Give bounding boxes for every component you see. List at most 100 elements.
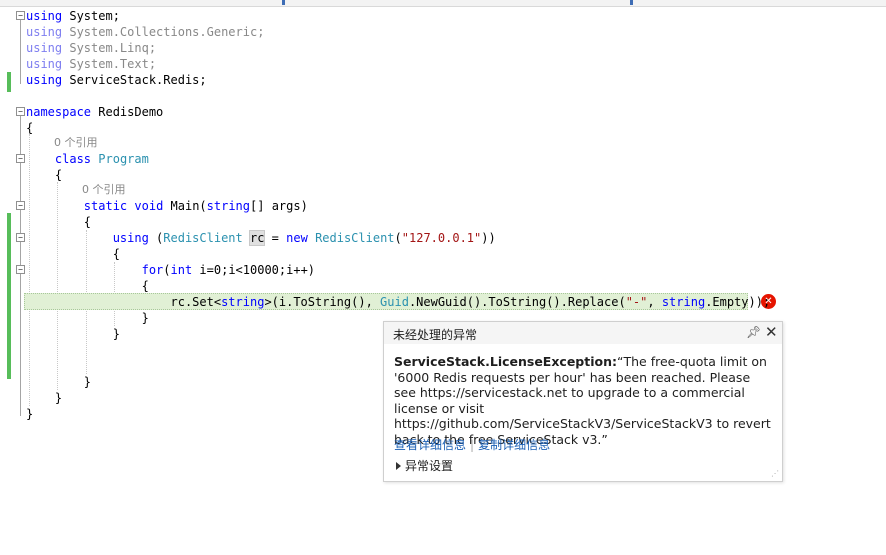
outline-collapse-icon[interactable]: − <box>16 154 25 163</box>
string-token: "-" <box>625 295 648 309</box>
keyword-token: static <box>26 199 128 213</box>
expand-triangle-icon <box>396 462 401 470</box>
type-token: RedisClient <box>163 231 243 245</box>
code-token: } <box>26 327 120 341</box>
code-token: )) <box>481 231 496 245</box>
code-line[interactable]: using System.Text; <box>26 56 156 72</box>
outline-collapse-icon[interactable]: − <box>16 11 25 20</box>
keyword-token: int <box>170 263 193 277</box>
type-token: RedisClient <box>315 231 395 245</box>
code-line[interactable]: } <box>26 406 33 422</box>
code-line[interactable]: { <box>26 214 91 230</box>
outline-guide <box>20 20 21 84</box>
exception-type: ServiceStack.LicenseException: <box>394 354 617 369</box>
code-line[interactable]: namespace RedisDemo <box>26 104 163 120</box>
code-token: ( <box>148 231 164 245</box>
keyword-token: using <box>26 57 63 71</box>
code-token: } <box>26 311 149 325</box>
exception-settings-toggle[interactable]: 异常设置 <box>396 457 453 474</box>
exception-links: 查看详细信息 | 复制详细信息 <box>394 436 550 453</box>
exception-settings-label: 异常设置 <box>405 459 454 473</box>
keyword-token: namespace <box>26 105 92 119</box>
tab-separator <box>630 0 633 5</box>
keyword-token: string <box>661 295 706 309</box>
keyword-token: for <box>26 263 164 277</box>
code-token: System.Collections.Generic; <box>62 25 265 39</box>
code-line[interactable]: { <box>26 278 149 294</box>
popup-title-bar: 未经处理的异常 📌︎ ✕ <box>384 322 782 344</box>
code-token: { <box>26 247 120 261</box>
string-token: "127.0.0.1" <box>401 231 482 245</box>
keyword-token: using <box>26 231 149 245</box>
keyword-token: void <box>134 199 164 213</box>
code-token: } <box>26 407 34 421</box>
code-line[interactable]: using System.Linq; <box>26 40 156 56</box>
outline-collapse-icon[interactable]: − <box>16 233 25 242</box>
keyword-token: new <box>286 231 308 245</box>
code-token: } <box>26 391 63 405</box>
type-token: Program <box>98 152 149 166</box>
code-line[interactable]: static void Main(string[] args) <box>26 198 308 214</box>
close-icon[interactable]: ✕ <box>765 323 778 341</box>
code-line[interactable]: } <box>26 310 149 326</box>
code-line[interactable]: } <box>26 374 91 390</box>
code-line[interactable]: { <box>26 167 62 183</box>
code-token: = <box>264 231 287 245</box>
outline-collapse-icon[interactable]: − <box>16 107 25 116</box>
exception-popup: 未经处理的异常 📌︎ ✕ ServiceStack.LicenseExcepti… <box>383 321 783 482</box>
code-token: rc.Set< <box>26 295 222 309</box>
keyword-token: string <box>221 295 265 309</box>
code-line[interactable]: { <box>26 120 33 136</box>
code-token: [] args) <box>250 199 308 213</box>
code-token: { <box>26 215 92 229</box>
change-marker <box>7 213 11 379</box>
resize-grip-icon[interactable]: ⋰ <box>771 469 779 478</box>
code-token: Main( <box>163 199 207 213</box>
code-line[interactable]: using System.Collections.Generic; <box>26 24 264 40</box>
code-token: System.Text; <box>62 57 157 71</box>
code-line[interactable]: } <box>26 326 120 342</box>
highlighted-variable: rc <box>248 230 266 246</box>
view-details-link[interactable]: 查看详细信息 <box>394 438 466 452</box>
code-line[interactable]: rc.Set<string>(i.ToString(), Guid.NewGui… <box>26 294 770 310</box>
code-token: System.Linq; <box>62 41 157 55</box>
change-marker <box>7 72 11 92</box>
code-line[interactable]: using System; <box>26 8 120 24</box>
keyword-token: using <box>26 9 63 23</box>
pin-icon[interactable]: 📌︎ <box>746 325 761 339</box>
popup-title: 未经处理的异常 <box>393 328 478 342</box>
tab-separator <box>282 0 285 5</box>
outline-collapse-icon[interactable]: − <box>16 265 25 274</box>
code-token: System; <box>62 9 120 23</box>
code-token: ( <box>394 231 402 245</box>
code-token: { <box>26 279 149 293</box>
code-line[interactable]: } <box>26 390 62 406</box>
type-token: Guid <box>380 295 409 309</box>
link-divider: | <box>470 438 475 452</box>
reference-count-lens[interactable]: 0 个引用 <box>54 135 98 151</box>
code-line[interactable]: using ServiceStack.Redis; <box>26 72 207 88</box>
code-token: } <box>26 375 92 389</box>
code-token: { <box>26 168 63 182</box>
code-token: >(i.ToString(), <box>264 295 381 309</box>
outline-collapse-icon[interactable]: − <box>16 201 25 210</box>
copy-details-link[interactable]: 复制详细信息 <box>478 438 550 452</box>
code-line[interactable]: class Program <box>26 151 149 167</box>
code-token: i=0;i<10000;i++) <box>192 263 316 277</box>
code-token: .NewGuid().ToString().Replace( <box>408 295 626 309</box>
code-token: { <box>26 121 34 135</box>
code-token: ( <box>163 263 171 277</box>
keyword-token: using <box>26 25 63 39</box>
keyword-token: using <box>26 41 63 55</box>
code-line[interactable]: for(int i=0;i<10000;i++) <box>26 262 315 278</box>
exception-message: ServiceStack.LicenseException:“The free-… <box>394 354 774 447</box>
code-token: RedisDemo <box>91 105 164 119</box>
code-line[interactable]: { <box>26 246 120 262</box>
code-token: ServiceStack.Redis; <box>62 73 207 87</box>
keyword-token: string <box>206 199 251 213</box>
keyword-token: using <box>26 73 63 87</box>
reference-count-lens[interactable]: 0 个引用 <box>82 182 126 198</box>
keyword-token: class <box>26 152 92 166</box>
code-line[interactable]: using (RedisClient rc = new RedisClient(… <box>26 230 496 246</box>
